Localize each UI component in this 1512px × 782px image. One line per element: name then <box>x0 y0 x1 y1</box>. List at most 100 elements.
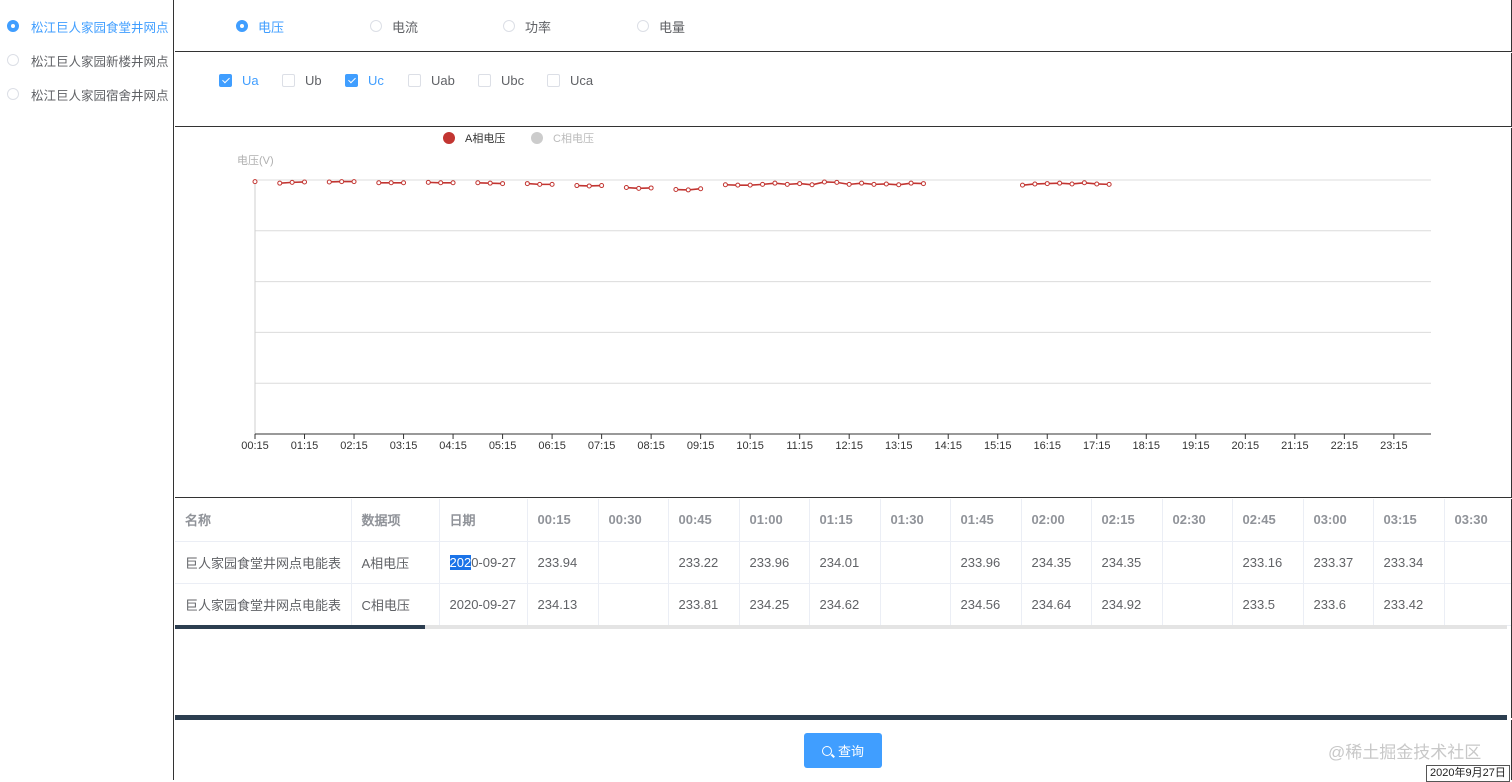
table-cell: 233.96 <box>739 541 809 583</box>
data-point <box>909 181 913 185</box>
radio-icon <box>503 20 515 32</box>
metric-checkbox-uca[interactable]: Uca <box>547 73 593 87</box>
table-cell: 234.25 <box>739 583 809 625</box>
data-point <box>451 181 455 185</box>
query-button[interactable]: 查询 <box>804 733 882 768</box>
table-header-cell: 02:30 <box>1162 499 1232 541</box>
sidebar-item-new-building[interactable]: 松江巨人家园新楼井网点 <box>7 50 169 70</box>
table-cell: 234.62 <box>809 583 880 625</box>
table-header-cell: 00:15 <box>527 499 598 541</box>
data-point <box>352 180 356 184</box>
type-option-power[interactable]: 功率 <box>503 17 551 35</box>
sidebar-item-label: 松江巨人家园新楼井网点 <box>31 51 169 70</box>
query-button-label: 查询 <box>838 741 864 760</box>
table-header-cell: 03:30 <box>1444 499 1512 541</box>
table-cell: 2020-09-27 <box>439 541 527 583</box>
data-point <box>253 180 257 184</box>
table-header-cell: 01:00 <box>739 499 809 541</box>
data-point <box>884 182 888 186</box>
table-row[interactable]: 巨人家园食堂井网点电能表C相电压2020-09-27234.13233.8123… <box>175 583 1512 625</box>
data-point <box>501 182 505 186</box>
data-point <box>798 182 802 186</box>
data-point <box>488 181 492 185</box>
radio-icon <box>236 20 248 32</box>
table-header-cell: 日期 <box>439 499 527 541</box>
data-point <box>1095 182 1099 186</box>
x-tick-label: 18:15 <box>1133 440 1161 452</box>
metric-checkbox-group: Ua Ub Uc Uab Ubc Uca <box>175 53 1512 127</box>
sidebar-item-canteen[interactable]: 松江巨人家园食堂井网点 <box>7 16 169 36</box>
table-cell: 233.22 <box>668 541 739 583</box>
data-table: 名称数据项日期00:1500:3000:4501:0001:1501:3001:… <box>175 499 1512 718</box>
data-point <box>748 183 752 187</box>
data-point <box>835 180 839 184</box>
data-point <box>897 183 901 187</box>
table-header-cell: 00:45 <box>668 499 739 541</box>
x-tick-label: 12:15 <box>835 440 863 452</box>
table-header-cell: 02:45 <box>1232 499 1303 541</box>
radio-icon <box>7 54 19 66</box>
data-point <box>278 181 282 185</box>
metric-label: Uc <box>368 73 384 88</box>
table-cell: 234.56 <box>950 583 1021 625</box>
radio-icon <box>637 20 649 32</box>
table-cell: 234.01 <box>809 541 880 583</box>
chart-canvas: A相电压C相电压 电压(V) 00:1501:1502:1503:1504:15… <box>175 128 1511 497</box>
x-tick-label: 20:15 <box>1232 440 1260 452</box>
x-tick-label: 23:15 <box>1380 440 1408 452</box>
date-tooltip: 2020年9月27日 <box>1426 765 1510 782</box>
x-tick-label: 11:15 <box>786 440 813 452</box>
data-point <box>860 181 864 185</box>
x-tick-label: 04:15 <box>439 440 467 452</box>
metric-checkbox-ua[interactable]: Ua <box>219 73 259 87</box>
x-tick-label: 17:15 <box>1083 440 1111 452</box>
data-point <box>290 180 294 184</box>
type-option-voltage[interactable]: 电压 <box>236 17 284 35</box>
type-option-energy[interactable]: 电量 <box>637 17 685 35</box>
checkbox-icon <box>219 74 232 87</box>
table-cell: 巨人家园食堂井网点电能表 <box>175 541 351 583</box>
data-point <box>699 187 703 191</box>
data-point <box>538 182 542 186</box>
table-cell: 233.42 <box>1373 583 1444 625</box>
legend-label: C相电压 <box>553 132 594 145</box>
legend-marker <box>443 132 455 144</box>
table-header-cell: 数据项 <box>351 499 439 541</box>
data-point <box>810 183 814 187</box>
data-point <box>736 183 740 187</box>
data-point <box>1058 181 1062 185</box>
table-header-cell: 00:30 <box>598 499 668 541</box>
x-tick-label: 19:15 <box>1182 440 1210 452</box>
type-option-label: 电流 <box>392 17 418 36</box>
table-cell: 233.81 <box>668 583 739 625</box>
data-point <box>1082 181 1086 185</box>
cell-text: 0-09-27 <box>471 555 516 570</box>
x-tick-label: 07:15 <box>588 440 616 452</box>
metric-label: Ub <box>305 73 322 88</box>
checkbox-icon <box>345 74 358 87</box>
data-point <box>637 186 641 190</box>
metric-checkbox-uab[interactable]: Uab <box>408 73 455 87</box>
table-cell: 233.6 <box>1303 583 1373 625</box>
table-header-cell: 03:15 <box>1373 499 1444 541</box>
data-point <box>525 182 529 186</box>
text-selection: 202 <box>450 555 472 570</box>
sidebar-item-dormitory[interactable]: 松江巨人家园宿舍井网点 <box>7 84 169 104</box>
table-cell <box>598 583 668 625</box>
metric-checkbox-uc[interactable]: Uc <box>345 73 384 87</box>
sidebar: 松江巨人家园食堂井网点 松江巨人家园新楼井网点 松江巨人家园宿舍井网点 <box>0 0 174 780</box>
metric-checkbox-ubc[interactable]: Ubc <box>478 73 524 87</box>
table-header-cell: 02:15 <box>1091 499 1162 541</box>
metric-checkbox-ub[interactable]: Ub <box>282 73 322 87</box>
table-cell <box>880 583 950 625</box>
table-cell: 233.16 <box>1232 541 1303 583</box>
x-tick-label: 15:15 <box>984 440 1012 452</box>
radio-icon <box>7 88 19 100</box>
horizontal-scrollbar-thumb[interactable] <box>175 625 425 629</box>
type-option-current[interactable]: 电流 <box>370 17 418 35</box>
table-row[interactable]: 巨人家园食堂井网点电能表A相电压2020-09-27233.94233.2223… <box>175 541 1512 583</box>
data-point <box>476 181 480 185</box>
data-point <box>439 181 443 185</box>
table-cell: 233.34 <box>1373 541 1444 583</box>
table-cell <box>1162 583 1232 625</box>
